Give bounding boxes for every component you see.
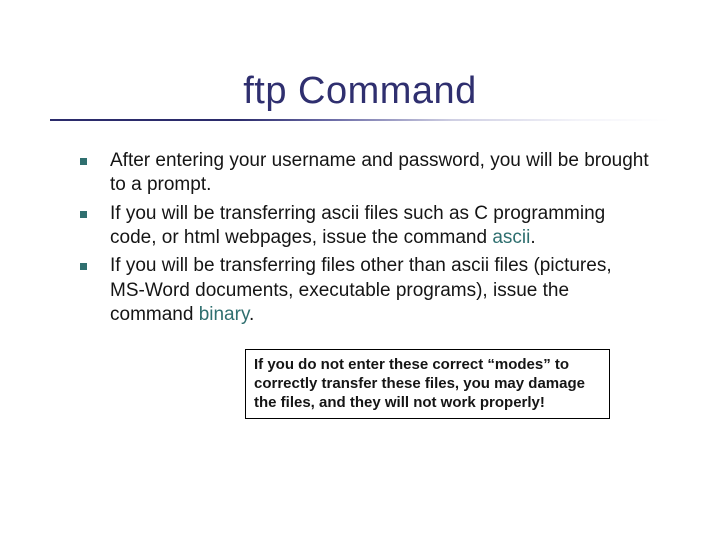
bullet-item: If you will be transferring ascii files …: [110, 202, 650, 251]
bullet-keyword: binary: [199, 304, 249, 325]
bullet-text: If you will be transferring files other …: [110, 255, 612, 325]
bullet-list: After entering your username and passwor…: [40, 149, 680, 327]
square-bullet-icon: [80, 211, 87, 218]
square-bullet-icon: [80, 263, 87, 270]
note-box: If you do not enter these correct “modes…: [245, 349, 610, 419]
bullet-item: If you will be transferring files other …: [110, 254, 650, 327]
title-underline: [50, 119, 670, 121]
bullet-text-after: .: [249, 304, 254, 325]
bullet-item: After entering your username and passwor…: [110, 149, 650, 198]
slide: ftp Command After entering your username…: [0, 0, 720, 540]
slide-title: ftp Command: [40, 70, 680, 113]
bullet-keyword: ascii: [492, 227, 530, 248]
bullet-text: After entering your username and passwor…: [110, 150, 649, 195]
bullet-text-after: .: [530, 227, 535, 248]
square-bullet-icon: [80, 158, 87, 165]
